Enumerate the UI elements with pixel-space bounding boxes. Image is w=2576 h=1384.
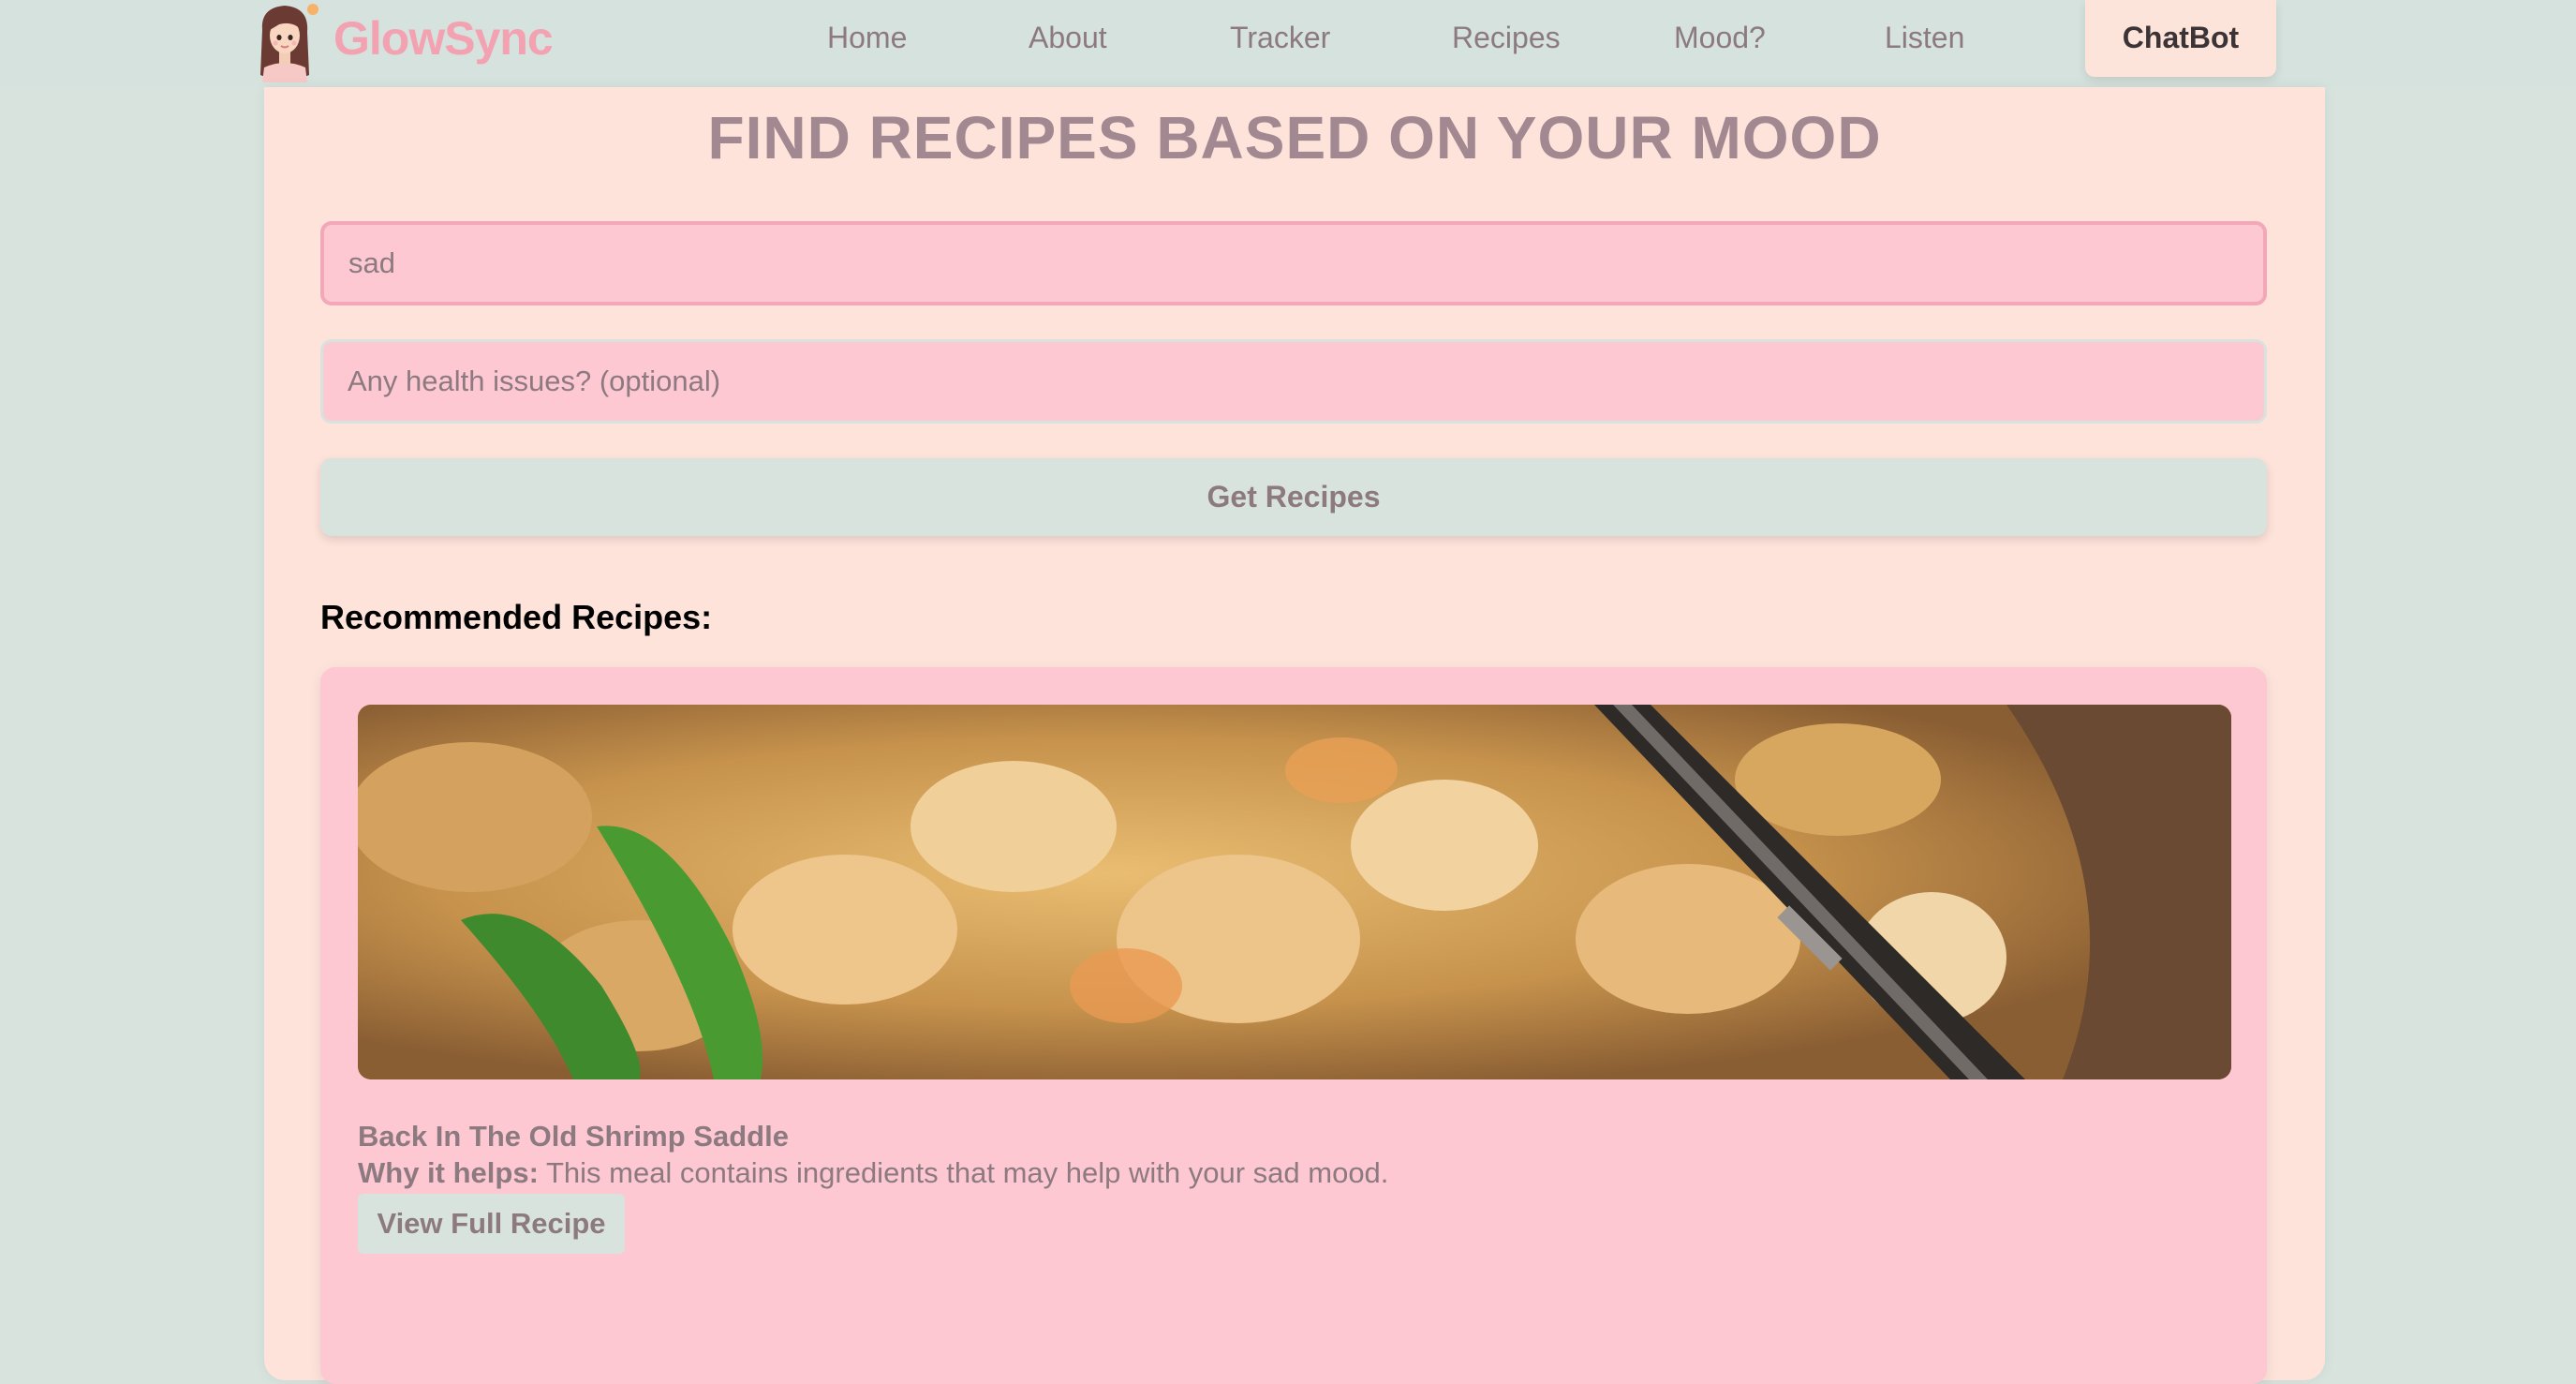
recommended-recipes-heading: Recommended Recipes:: [320, 598, 713, 636]
get-recipes-button[interactable]: Get Recipes: [320, 458, 2267, 536]
top-navbar: GlowSync Home About Tracker Recipes Mood…: [0, 0, 2576, 87]
recipe-title: Back In The Old Shrimp Saddle: [358, 1120, 789, 1153]
nav-item-about[interactable]: About: [1029, 19, 1107, 56]
recipe-card: Back In The Old Shrimp Saddle Why it hel…: [320, 667, 2267, 1384]
chatbot-button[interactable]: ChatBot: [2085, 0, 2276, 77]
nav-item-mood[interactable]: Mood?: [1674, 19, 1766, 56]
brand-name: GlowSync: [333, 12, 554, 65]
recipe-finder-panel: FIND RECIPES BASED ON YOUR MOOD Get Reci…: [264, 87, 2325, 1384]
mood-input[interactable]: [320, 221, 2267, 305]
health-issues-input[interactable]: [320, 339, 2267, 424]
why-it-helps-label: Why it helps:: [358, 1156, 539, 1189]
nav-item-recipes[interactable]: Recipes: [1452, 19, 1561, 56]
page-title: FIND RECIPES BASED ON YOUR MOOD: [707, 104, 1882, 171]
brand[interactable]: GlowSync: [251, 0, 554, 84]
recipe-why-it-helps: Why it helps: This meal contains ingredi…: [358, 1156, 1388, 1190]
why-it-helps-text: This meal contains ingredients that may …: [545, 1156, 1389, 1189]
recipe-image[interactable]: [358, 705, 2231, 1079]
avatar-logo-graphic: [260, 4, 318, 82]
recipe-photo-graphic: [358, 705, 2231, 1079]
nav-item-home[interactable]: Home: [827, 19, 907, 56]
view-full-recipe-button[interactable]: View Full Recipe: [358, 1194, 625, 1254]
avatar-logo-icon: [251, 2, 320, 82]
nav-item-listen[interactable]: Listen: [1885, 19, 1964, 56]
nav-item-tracker[interactable]: Tracker: [1230, 19, 1330, 56]
